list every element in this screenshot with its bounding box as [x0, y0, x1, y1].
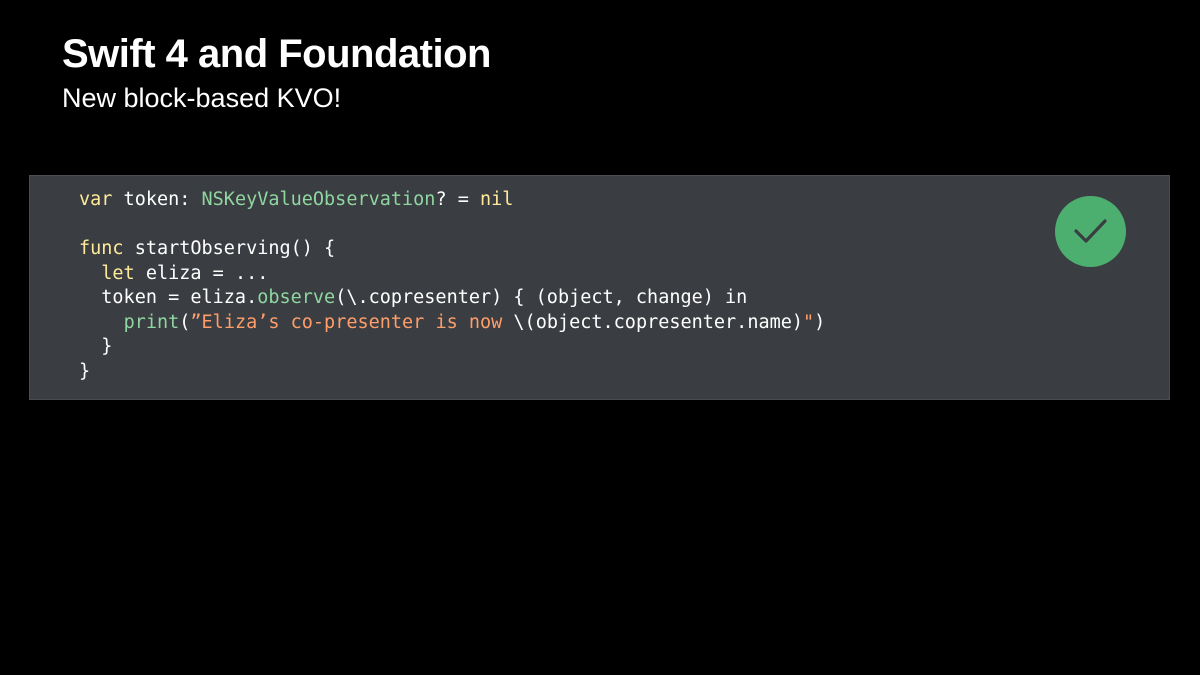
code-token-type: NSKeyValueObservation	[201, 189, 436, 210]
code-token-method: print	[123, 311, 180, 333]
code-line: func startObserving() {	[79, 237, 825, 262]
code-token-method: observe	[257, 287, 336, 308]
code-line: print(”Eliza’s co-presenter is now \(obj…	[79, 311, 826, 336]
code-token-plain: )	[814, 311, 826, 333]
code-line: }	[79, 335, 825, 360]
code-token-plain: token = eliza.	[79, 287, 258, 308]
code-token-keyword: nil	[480, 189, 514, 210]
code-panel: var token: NSKeyValueObservation? = nil …	[29, 175, 1170, 400]
slide: Swift 4 and Foundation New block-based K…	[0, 0, 1200, 675]
code-token-string: ”Eliza’s co-presenter is now	[190, 311, 514, 333]
code-token-plain: (\.copresenter) { (object, change) in	[335, 287, 748, 308]
code-token-plain: }	[79, 336, 113, 357]
code-token-plain: ? =	[435, 189, 480, 210]
code-token-plain: token:	[112, 189, 202, 210]
code-token-string: "	[803, 311, 815, 333]
checkmark-icon	[1074, 219, 1107, 243]
code-line: }	[79, 360, 825, 385]
code-token-plain: eliza = ...	[134, 262, 269, 284]
code-token-plain: (	[179, 311, 191, 333]
slide-title: Swift 4 and Foundation	[62, 32, 491, 76]
code-token-plain: }	[79, 360, 91, 382]
code-line: token = eliza.observe(\.copresenter) { (…	[79, 286, 825, 311]
code-token-keyword: let	[101, 262, 135, 284]
code-token-keyword: func	[79, 238, 124, 259]
success-badge	[1055, 196, 1126, 267]
code-block: var token: NSKeyValueObservation? = nil …	[79, 188, 825, 384]
code-token-keyword: var	[79, 189, 113, 210]
code-line: var token: NSKeyValueObservation? = nil	[79, 188, 825, 213]
code-token-plain: \(object.copresenter.name)	[513, 311, 804, 333]
code-line: let eliza = ...	[79, 262, 825, 287]
code-token-plain: startObserving() {	[123, 238, 336, 259]
slide-subtitle: New block-based KVO!	[62, 83, 342, 113]
